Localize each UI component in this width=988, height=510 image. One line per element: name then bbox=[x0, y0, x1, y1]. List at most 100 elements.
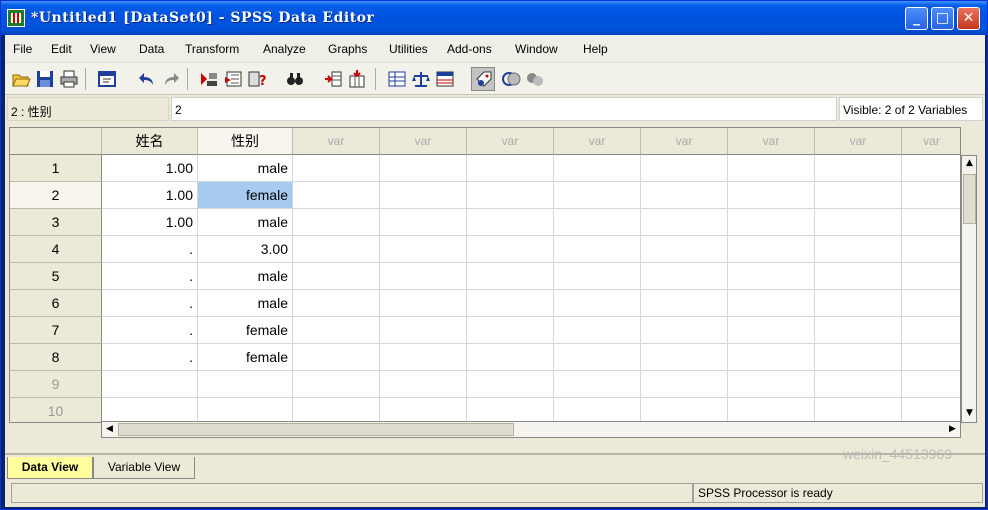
table-cell[interactable] bbox=[728, 263, 815, 290]
open-icon[interactable] bbox=[11, 69, 31, 89]
table-cell[interactable] bbox=[554, 263, 641, 290]
undo-icon[interactable] bbox=[137, 69, 157, 89]
menu-help[interactable]: Help bbox=[583, 42, 608, 56]
table-cell[interactable] bbox=[902, 236, 960, 263]
menu-edit[interactable]: Edit bbox=[51, 42, 72, 56]
table-cell[interactable] bbox=[728, 317, 815, 344]
table-cell[interactable] bbox=[641, 344, 728, 371]
table-cell[interactable] bbox=[380, 209, 467, 236]
table-cell[interactable] bbox=[641, 290, 728, 317]
table-cell[interactable]: 1.00 bbox=[102, 209, 198, 236]
table-cell[interactable] bbox=[902, 371, 960, 398]
table-cell[interactable] bbox=[293, 371, 380, 398]
row-header[interactable]: 9 bbox=[10, 371, 102, 398]
redo-icon[interactable] bbox=[161, 69, 181, 89]
table-cell[interactable] bbox=[380, 371, 467, 398]
table-cell[interactable] bbox=[815, 371, 902, 398]
column-header[interactable]: 性别 bbox=[198, 128, 293, 155]
table-cell[interactable] bbox=[554, 398, 641, 422]
row-header[interactable]: 3 bbox=[10, 209, 102, 236]
table-cell[interactable] bbox=[902, 263, 960, 290]
table-cell[interactable] bbox=[380, 236, 467, 263]
table-cell[interactable] bbox=[728, 209, 815, 236]
row-header[interactable]: 6 bbox=[10, 290, 102, 317]
row-header[interactable]: 4 bbox=[10, 236, 102, 263]
menu-analyze[interactable]: Analyze bbox=[263, 42, 306, 56]
horizontal-scrollbar[interactable]: ◀ ▶ bbox=[101, 421, 961, 438]
table-cell[interactable] bbox=[102, 398, 198, 422]
table-cell[interactable] bbox=[554, 155, 641, 182]
table-cell[interactable] bbox=[902, 209, 960, 236]
table-cell[interactable]: 1.00 bbox=[102, 182, 198, 209]
print-icon[interactable] bbox=[59, 69, 79, 89]
tab-data-view[interactable]: Data View bbox=[7, 457, 93, 479]
table-cell[interactable] bbox=[728, 155, 815, 182]
table-cell[interactable]: female bbox=[198, 182, 293, 209]
table-cell[interactable] bbox=[641, 155, 728, 182]
menu-graphs[interactable]: Graphs bbox=[328, 42, 367, 56]
scroll-down-arrow-icon[interactable]: ▼ bbox=[962, 406, 977, 421]
spss-app-icon[interactable] bbox=[7, 9, 25, 27]
table-cell[interactable] bbox=[815, 317, 902, 344]
table-cell[interactable] bbox=[380, 317, 467, 344]
table-cell[interactable] bbox=[728, 290, 815, 317]
table-cell[interactable] bbox=[467, 344, 554, 371]
table-cell[interactable] bbox=[293, 398, 380, 422]
scroll-left-arrow-icon[interactable]: ◀ bbox=[102, 422, 117, 437]
show-all-variables-icon[interactable] bbox=[525, 69, 545, 89]
table-cell[interactable] bbox=[198, 371, 293, 398]
table-cell[interactable]: male bbox=[198, 209, 293, 236]
table-cell[interactable]: 1.00 bbox=[102, 155, 198, 182]
table-cell[interactable] bbox=[815, 398, 902, 422]
tab-variable-view[interactable]: Variable View bbox=[93, 457, 195, 479]
table-cell[interactable] bbox=[902, 182, 960, 209]
table-cell[interactable] bbox=[554, 290, 641, 317]
table-cell[interactable] bbox=[554, 317, 641, 344]
table-cell[interactable]: male bbox=[198, 263, 293, 290]
table-cell[interactable] bbox=[641, 236, 728, 263]
row-header[interactable]: 2 bbox=[10, 182, 102, 209]
table-cell[interactable] bbox=[467, 371, 554, 398]
minimize-button[interactable]: _ bbox=[905, 7, 928, 30]
menu-transform[interactable]: Transform bbox=[185, 42, 239, 56]
table-cell[interactable] bbox=[467, 155, 554, 182]
table-cell[interactable] bbox=[815, 182, 902, 209]
table-cell[interactable]: . bbox=[102, 236, 198, 263]
table-cell[interactable] bbox=[728, 398, 815, 422]
close-button[interactable]: ✕ bbox=[957, 7, 980, 30]
column-header-var[interactable]: var bbox=[554, 128, 641, 155]
column-header-var[interactable]: var bbox=[815, 128, 902, 155]
table-cell[interactable] bbox=[554, 344, 641, 371]
table-cell[interactable]: female bbox=[198, 317, 293, 344]
table-cell[interactable] bbox=[815, 290, 902, 317]
table-cell[interactable]: 3.00 bbox=[198, 236, 293, 263]
menu-data[interactable]: Data bbox=[139, 42, 164, 56]
table-cell[interactable] bbox=[293, 344, 380, 371]
weight-cases-icon[interactable] bbox=[411, 69, 431, 89]
row-header[interactable]: 1 bbox=[10, 155, 102, 182]
table-cell[interactable] bbox=[198, 398, 293, 422]
table-cell[interactable]: . bbox=[102, 344, 198, 371]
table-cell[interactable] bbox=[815, 236, 902, 263]
table-cell[interactable]: male bbox=[198, 155, 293, 182]
table-cell[interactable] bbox=[293, 263, 380, 290]
menu-view[interactable]: View bbox=[90, 42, 116, 56]
table-cell[interactable] bbox=[554, 182, 641, 209]
table-cell[interactable] bbox=[293, 236, 380, 263]
table-cell[interactable] bbox=[293, 155, 380, 182]
table-cell[interactable] bbox=[380, 290, 467, 317]
table-cell[interactable] bbox=[902, 398, 960, 422]
insert-variable-icon[interactable] bbox=[347, 69, 367, 89]
table-cell[interactable] bbox=[467, 263, 554, 290]
column-header-var[interactable]: var bbox=[380, 128, 467, 155]
table-cell[interactable] bbox=[467, 317, 554, 344]
column-header-var[interactable]: var bbox=[641, 128, 728, 155]
table-cell[interactable] bbox=[641, 317, 728, 344]
table-cell[interactable] bbox=[293, 317, 380, 344]
table-cell[interactable] bbox=[902, 317, 960, 344]
table-cell[interactable] bbox=[728, 344, 815, 371]
table-cell[interactable] bbox=[815, 344, 902, 371]
save-icon[interactable] bbox=[35, 69, 55, 89]
table-cell[interactable] bbox=[641, 371, 728, 398]
table-cell[interactable]: . bbox=[102, 290, 198, 317]
